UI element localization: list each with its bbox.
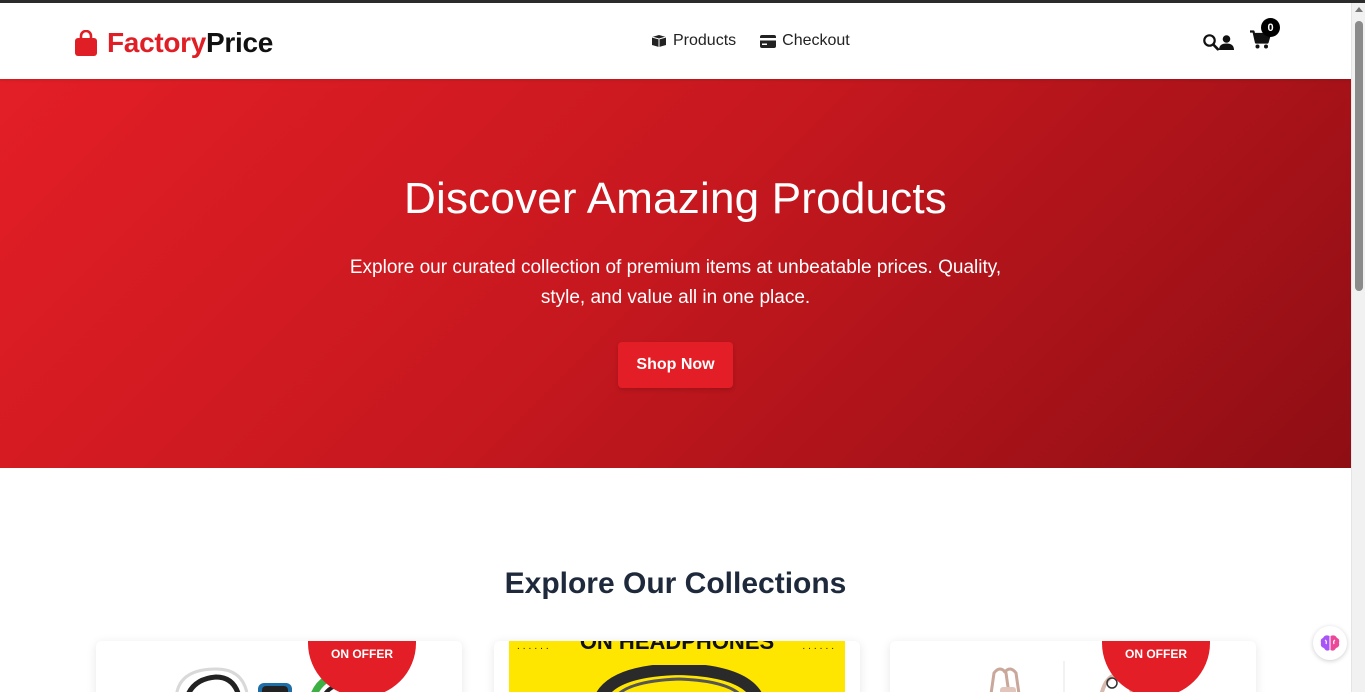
credit-card-icon	[760, 34, 777, 48]
assistant-widget-button[interactable]	[1313, 626, 1347, 660]
collection-card[interactable]: ON OFFER	[96, 641, 462, 692]
site-header: FactoryPrice Products Checkout 0	[0, 3, 1351, 79]
hero-banner: Discover Amazing Products Explore our cu…	[0, 79, 1351, 468]
header-actions: 0	[1203, 18, 1280, 54]
brand-name-part1: Factory	[107, 27, 207, 58]
scroll-up-arrow-icon[interactable]	[1355, 7, 1363, 12]
brand-name: FactoryPrice	[107, 27, 273, 59]
shopping-bag-icon	[75, 30, 97, 56]
collection-card[interactable]: ...... ...... ON HEADPHONES	[494, 641, 860, 692]
scrollbar-thumb[interactable]	[1355, 21, 1363, 291]
nav-checkout[interactable]: Checkout	[760, 32, 850, 50]
hero-title: Discover Amazing Products	[404, 174, 947, 223]
collections-title: Explore Our Collections	[504, 567, 847, 600]
shop-now-button[interactable]: Shop Now	[618, 342, 733, 388]
brain-icon	[1320, 635, 1340, 651]
main-nav: Products Checkout	[651, 32, 850, 50]
box-icon	[651, 35, 667, 47]
nav-checkout-label: Checkout	[782, 32, 850, 49]
vertical-scrollbar[interactable]	[1351, 3, 1365, 692]
on-offer-label: ON OFFER	[331, 647, 393, 661]
headphones-promo-image: ...... ...... ON HEADPHONES	[509, 641, 845, 692]
nav-products[interactable]: Products	[651, 32, 736, 50]
search-icon[interactable]	[1203, 33, 1219, 51]
browser-viewport: FactoryPrice Products Checkout 0 Discove…	[0, 3, 1351, 692]
headphones-graphic	[596, 665, 762, 692]
brand-name-part2: Price	[206, 27, 274, 58]
nav-products-label: Products	[673, 32, 737, 49]
cart-button[interactable]: 0	[1250, 18, 1280, 54]
cart-count-badge: 0	[1261, 18, 1280, 37]
on-offer-label: ON OFFER	[1125, 647, 1187, 661]
user-icon[interactable]	[1219, 34, 1234, 50]
promo-banner-text: ON HEADPHONES	[579, 641, 775, 654]
brand-logo[interactable]: FactoryPrice	[75, 27, 273, 59]
hero-subtitle: Explore our curated collection of premiu…	[349, 257, 1002, 308]
collection-card[interactable]: ON OFFER	[890, 641, 1256, 692]
